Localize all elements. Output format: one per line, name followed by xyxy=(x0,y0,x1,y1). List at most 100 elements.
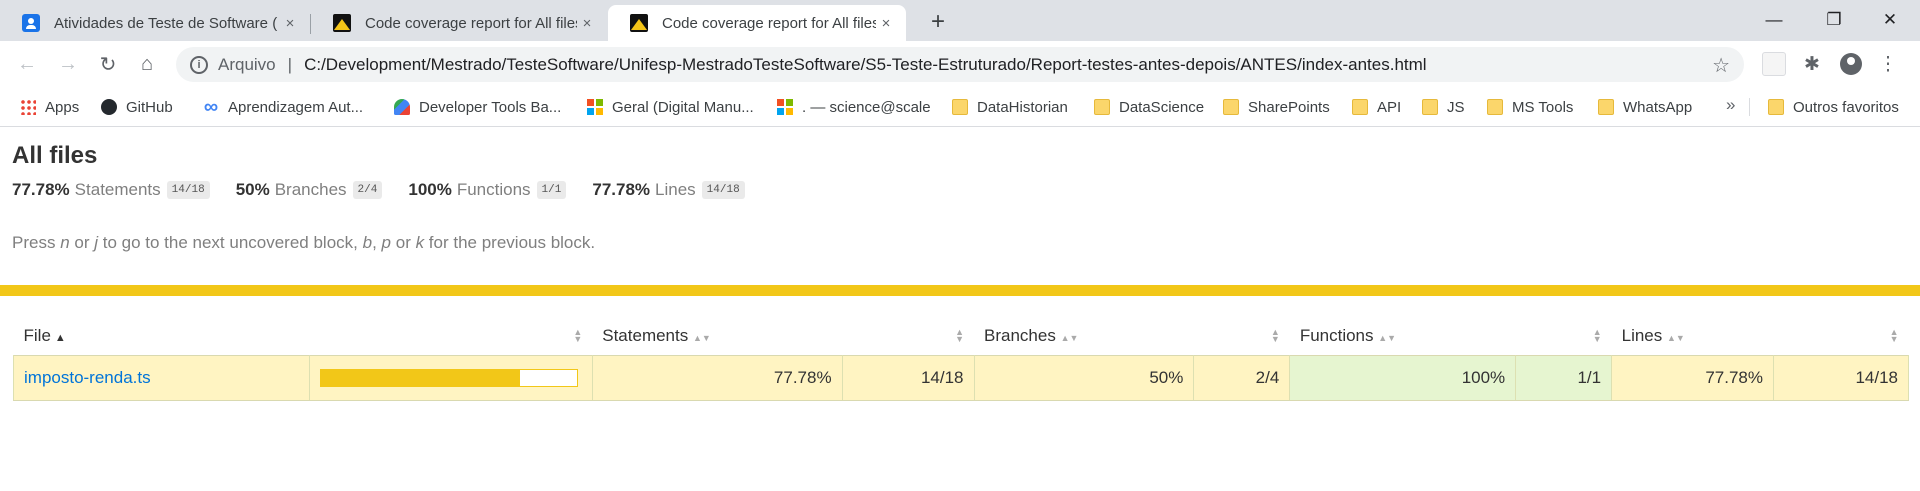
minimize-button[interactable]: — xyxy=(1746,0,1802,40)
bookmark-ms-tools[interactable]: MS Tools xyxy=(1487,95,1573,119)
apps-grid-icon xyxy=(20,99,36,115)
bookmark-js[interactable]: JS xyxy=(1422,95,1465,119)
summary-pct: 100% xyxy=(408,180,452,199)
col-functions-header[interactable]: Functions ▲▼ xyxy=(1290,317,1516,355)
close-tab-icon[interactable]: × xyxy=(577,13,597,33)
bookmark-label: MS Tools xyxy=(1512,98,1574,116)
sort-icon: ▲▼ xyxy=(1378,332,1397,343)
bookmark-apps[interactable]: Apps xyxy=(20,95,79,119)
address-bar[interactable]: i Arquivo | C:/Development/Mestrado/Test… xyxy=(176,47,1744,82)
coverage-bar-cell xyxy=(308,354,593,401)
summary-label: Functions xyxy=(456,180,531,199)
bookmarks-bar: Apps GitHub ∞ Aprendizagem Aut... Develop… xyxy=(0,87,1920,127)
bookmark-api[interactable]: API xyxy=(1352,95,1401,119)
back-button[interactable]: ← xyxy=(12,49,42,79)
col-lines-header[interactable]: Lines ▲▼ xyxy=(1612,317,1774,355)
folder-icon xyxy=(1598,99,1614,115)
tab-title: Atividades de Teste de Software ( xyxy=(54,14,278,32)
col-bar-header[interactable]: ▲ ▼ xyxy=(309,317,592,355)
summary-label: Lines xyxy=(655,180,696,199)
folder-icon xyxy=(1352,99,1368,115)
file-link[interactable]: imposto-renda.ts xyxy=(24,368,151,387)
bookmark-other-favorites[interactable]: Outros favoritos xyxy=(1768,95,1899,119)
bookmark-label: . — science@scale xyxy=(802,98,931,116)
bookmark-label: DataScience xyxy=(1119,98,1205,116)
browser-toolbar: ← → ↻ ⌂ i Arquivo | C:/Development/Mestr… xyxy=(0,41,1920,87)
menu-kebab-icon[interactable]: ⋮ xyxy=(1876,52,1900,76)
col-branches-header[interactable]: Branches ▲▼ xyxy=(974,317,1194,355)
bookmark-star-icon[interactable]: ☆ xyxy=(1712,53,1730,78)
summary-label: Statements xyxy=(74,180,161,199)
extensions-puzzle-icon[interactable]: ✱ xyxy=(1800,52,1824,76)
bookmark-label: Outros favoritos xyxy=(1793,98,1899,116)
tab-coverage-1[interactable]: Code coverage report for All files × xyxy=(311,5,607,41)
tab-title: Code coverage report for All files xyxy=(662,14,876,32)
table-row: imposto-renda.ts 77.78% 14/18 50% 2/4 10… xyxy=(13,354,1909,401)
col-statements-raw-header[interactable]: ▲ ▼ xyxy=(842,317,974,355)
branches-fraction: 2/4 xyxy=(1193,354,1291,401)
sort-asc-icon: ▲ xyxy=(54,331,66,344)
account-icon xyxy=(1840,53,1862,75)
close-tab-icon[interactable]: × xyxy=(876,13,896,33)
summary-pct: 77.78% xyxy=(12,180,70,199)
folder-icon xyxy=(1422,99,1438,115)
bookmarks-overflow-chevron-icon[interactable]: » xyxy=(1726,95,1735,115)
close-tab-icon[interactable]: × xyxy=(280,13,300,33)
bookmark-geral[interactable]: Geral (Digital Manu... xyxy=(587,95,754,119)
scheme-label: Arquivo xyxy=(218,54,276,74)
functions-pct: 100% xyxy=(1289,354,1517,401)
bookmark-aprendizagem[interactable]: ∞ Aprendizagem Aut... xyxy=(203,95,363,119)
folder-icon xyxy=(1094,99,1110,115)
bookmark-label: Geral (Digital Manu... xyxy=(612,98,754,116)
bookmark-science[interactable]: . — science@scale xyxy=(777,95,931,119)
bookmark-developer-tools[interactable]: Developer Tools Ba... xyxy=(394,95,561,119)
coverage-summary: 77.78% Statements 14/18 50% Branches 2/4… xyxy=(12,180,771,200)
restore-button[interactable]: ❐ xyxy=(1806,0,1862,40)
home-button[interactable]: ⌂ xyxy=(132,49,162,79)
reload-button[interactable]: ↻ xyxy=(93,49,123,79)
col-statements-header[interactable]: Statements ▲▼ xyxy=(592,317,842,355)
contact-icon xyxy=(22,14,40,32)
bookmark-github[interactable]: GitHub xyxy=(101,95,173,119)
sort-icon: ▲▼ xyxy=(1889,327,1899,344)
bookmark-whatsapp[interactable]: WhatsApp xyxy=(1598,95,1692,119)
summary-fraction: 14/18 xyxy=(701,181,745,199)
bookmark-label: GitHub xyxy=(126,98,173,116)
sort-icon: ▲▼ xyxy=(573,327,583,344)
summary-branches: 50% Branches 2/4 xyxy=(236,180,383,200)
sort-icon: ▲▼ xyxy=(1270,327,1280,344)
coverage-status-line xyxy=(0,285,1920,296)
sort-icon: ▲▼ xyxy=(692,332,711,343)
forward-button[interactable]: → xyxy=(53,49,83,79)
bookmark-datahistorian[interactable]: DataHistorian xyxy=(952,95,1068,119)
functions-fraction: 1/1 xyxy=(1515,354,1613,401)
col-branches-raw-header[interactable]: ▲ ▼ xyxy=(1194,317,1290,355)
lines-pct: 77.78% xyxy=(1611,354,1775,401)
bookmark-label: JS xyxy=(1447,98,1465,116)
close-window-button[interactable]: ✕ xyxy=(1862,0,1918,40)
microsoft-icon xyxy=(777,99,793,115)
col-lines-raw-header[interactable]: ▲ ▼ xyxy=(1774,317,1909,355)
infinity-icon: ∞ xyxy=(203,95,219,118)
url-text[interactable]: C:/Development/Mestrado/TesteSoftware/Un… xyxy=(304,55,1427,75)
istanbul-icon xyxy=(630,14,648,32)
info-icon[interactable]: i xyxy=(190,55,208,74)
col-file-header[interactable]: File ▲ xyxy=(14,317,310,355)
extension-icon[interactable] xyxy=(1762,52,1786,76)
bookmark-label: WhatsApp xyxy=(1623,98,1693,116)
col-functions-raw-header[interactable]: ▲ ▼ xyxy=(1516,317,1612,355)
folder-icon xyxy=(1487,99,1503,115)
report-header: All files 77.78% Statements 14/18 50% Br… xyxy=(12,142,771,200)
tab-atividades[interactable]: Atividades de Teste de Software ( × xyxy=(0,5,310,41)
summary-label: Branches xyxy=(274,180,347,199)
profile-avatar[interactable] xyxy=(1839,52,1863,76)
tab-coverage-active[interactable]: Code coverage report for All files × xyxy=(608,5,906,41)
new-tab-button[interactable]: + xyxy=(924,8,952,36)
scheme-separator: | xyxy=(287,54,293,74)
sort-icon: ▲▼ xyxy=(955,327,965,344)
bookmark-label: Developer Tools Ba... xyxy=(419,98,562,116)
coverage-bar xyxy=(319,368,578,387)
bookmark-sharepoints[interactable]: SharePoints xyxy=(1223,95,1330,119)
bookmark-datascience[interactable]: DataScience xyxy=(1094,95,1204,119)
coverage-bar-fill xyxy=(320,369,520,386)
